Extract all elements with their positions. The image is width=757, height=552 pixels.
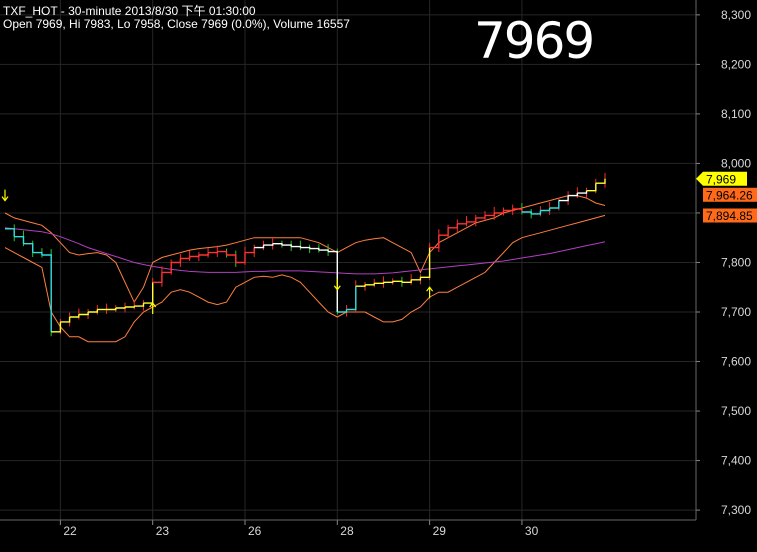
price-tag-text: 7,894.85 bbox=[706, 209, 753, 223]
y-tick-label: 7,500 bbox=[721, 404, 751, 418]
y-tick-label: 8,100 bbox=[721, 107, 751, 121]
y-tick-label: 7,300 bbox=[721, 503, 751, 517]
y-tick-label: 7,800 bbox=[721, 255, 751, 269]
last-price-display: 7969 bbox=[474, 12, 595, 70]
chart-svg: 8,3008,2008,1008,0007,9007,8007,7007,600… bbox=[0, 0, 757, 547]
price-tag: 7,969 bbox=[696, 171, 747, 186]
price-tag: 7,894.85 bbox=[703, 208, 757, 223]
y-tick-label: 7,600 bbox=[721, 355, 751, 369]
y-tick-label: 8,300 bbox=[721, 8, 751, 22]
ohlc-summary: Open 7969, Hi 7983, Lo 7958, Close 7969 … bbox=[3, 17, 350, 31]
y-tick-label: 8,000 bbox=[721, 156, 751, 170]
x-tick-label: 29 bbox=[433, 524, 447, 538]
x-tick-label: 30 bbox=[525, 524, 539, 538]
chart: 8,3008,2008,1008,0007,9007,8007,7007,600… bbox=[0, 0, 757, 547]
price-tag-text: 7,969 bbox=[706, 172, 736, 186]
y-tick-label: 7,400 bbox=[721, 454, 751, 468]
x-tick-label: 22 bbox=[63, 524, 77, 538]
y-tick-label: 7,700 bbox=[721, 305, 751, 319]
price-tag: 7,964.26 bbox=[703, 187, 757, 202]
x-tick-label: 26 bbox=[248, 524, 262, 538]
x-tick-label: 28 bbox=[340, 524, 354, 538]
y-tick-label: 8,200 bbox=[721, 57, 751, 71]
price-tag-text: 7,964.26 bbox=[706, 188, 753, 202]
x-tick-label: 23 bbox=[156, 524, 170, 538]
